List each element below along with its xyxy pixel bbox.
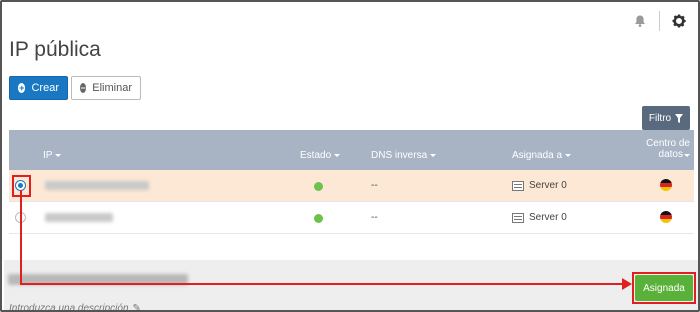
create-button[interactable]: + Crear: [9, 76, 68, 100]
assigned-server[interactable]: Server 0: [512, 180, 567, 191]
sort-caret-icon: [55, 154, 62, 157]
filter-button-label: Filtro: [648, 112, 672, 124]
topbar-divider: [659, 11, 660, 31]
annotation-arrow-vertical: [20, 190, 22, 284]
pencil-icon[interactable]: ✎: [133, 303, 141, 310]
sort-caret-icon: [430, 154, 437, 157]
delete-button-label: Eliminar: [92, 82, 132, 94]
server-icon: [512, 212, 524, 223]
top-bar: [627, 8, 692, 34]
status-active-icon: [314, 214, 323, 223]
minus-icon: −: [80, 82, 87, 93]
dns-value: --: [371, 180, 378, 191]
sort-caret-icon: [684, 154, 690, 157]
description-placeholder: Introduzca una descripción: [9, 303, 129, 312]
status-active-icon: [314, 182, 323, 191]
ip-value-redacted: [45, 181, 149, 190]
table-header: IP Estado DNS inversa Asignada a Centro …: [9, 130, 694, 170]
column-header-estado-label: Estado: [300, 150, 332, 161]
table-row[interactable]: -- Server 0: [9, 202, 694, 234]
bell-icon[interactable]: [627, 8, 653, 34]
column-header-ip[interactable]: IP: [43, 150, 62, 161]
sort-caret-icon: [334, 154, 341, 157]
filter-button[interactable]: Filtro: [642, 106, 690, 130]
window-frame: IP pública + Crear − Eliminar Filtro IP …: [0, 0, 700, 312]
column-header-datacenter[interactable]: Centro de datos: [646, 138, 690, 160]
ip-value-redacted: [45, 213, 113, 222]
column-header-asignada-label: Asignada a: [512, 150, 563, 161]
column-header-ip-label: IP: [43, 150, 53, 161]
plus-icon: +: [18, 82, 26, 93]
assigned-server[interactable]: Server 0: [512, 212, 567, 223]
description-field[interactable]: Introduzca una descripción ✎: [9, 303, 141, 312]
page-title: IP pública: [9, 38, 101, 61]
sort-caret-icon: [565, 154, 572, 157]
dns-value: --: [371, 212, 378, 223]
column-header-datacenter-line2: datos: [658, 149, 683, 160]
germany-flag-icon: [660, 179, 672, 191]
assigned-server-label: Server 0: [529, 212, 567, 223]
server-icon: [512, 180, 524, 191]
delete-button[interactable]: − Eliminar: [71, 76, 141, 100]
column-header-dns-label: DNS inversa: [371, 150, 428, 161]
column-header-dns[interactable]: DNS inversa: [371, 150, 437, 161]
table-row[interactable]: -- Server 0: [9, 170, 694, 202]
annotation-arrow-head: [622, 278, 632, 290]
column-header-estado[interactable]: Estado: [300, 150, 341, 161]
germany-flag-icon: [660, 211, 672, 223]
assigned-server-label: Server 0: [529, 180, 567, 191]
ip-table: IP Estado DNS inversa Asignada a Centro …: [9, 130, 694, 234]
create-button-label: Crear: [31, 82, 59, 94]
filter-icon: [675, 113, 684, 123]
annotation-arrow-horizontal: [20, 283, 624, 285]
column-header-datacenter-line1: Centro de: [646, 138, 690, 149]
gear-icon[interactable]: [666, 8, 692, 34]
column-header-asignada[interactable]: Asignada a: [512, 150, 572, 161]
assigned-button[interactable]: Asignada: [635, 275, 693, 301]
